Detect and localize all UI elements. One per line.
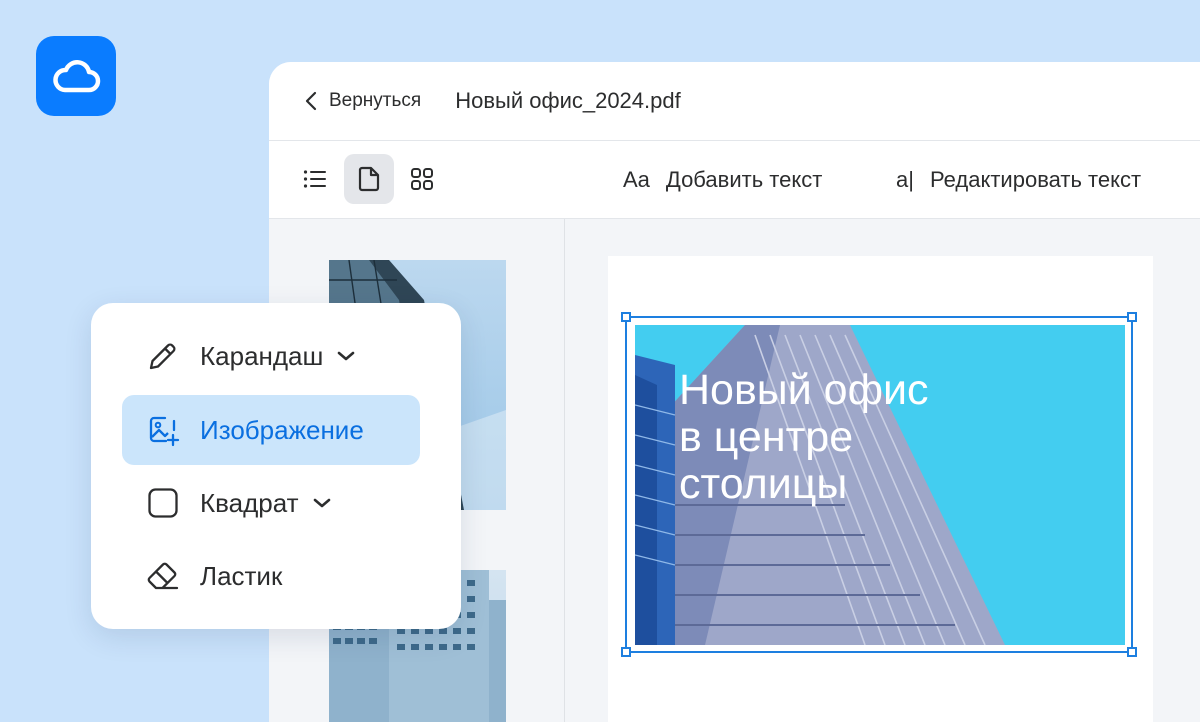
list-view-icon [303,170,326,188]
add-text-icon: Aa [623,166,650,192]
back-button[interactable]: Вернуться [305,90,421,112]
toolbar: Aa Добавить текст a| Редактировать текст [269,141,1200,219]
chevron-left-icon [305,91,317,111]
tool-square[interactable]: Квадрат [122,468,420,538]
document-page: Новый офис в центре столицы [608,256,1153,722]
page-view-button[interactable] [344,154,394,204]
edit-text-icon: a| [896,166,914,192]
square-icon [146,486,180,520]
add-text-label: Добавить текст [665,166,823,192]
resize-handle-bottom-right[interactable] [1127,647,1137,657]
tool-eraser[interactable]: Ластик [122,541,420,611]
tool-pencil[interactable]: Карандаш [122,321,420,391]
tool-image[interactable]: Изображение [122,395,420,465]
file-name: Новый офис_2024.pdf [455,88,681,113]
document-headline[interactable]: Новый офис в центре столицы [679,367,929,508]
image-add-icon [146,413,180,447]
edit-text-label: Редактировать текст [929,166,1142,192]
headline-line-1: Новый офис [679,366,929,414]
resize-handle-top-right[interactable] [1127,312,1137,322]
chevron-down-icon[interactable] [313,497,331,509]
cloud-icon [53,60,101,93]
add-text-button[interactable]: Aa Добавить текст [623,141,822,218]
edit-text-button[interactable]: a| Редактировать текст [896,141,1141,218]
tool-eraser-label: Ластик [200,560,283,591]
chevron-down-icon[interactable] [337,350,355,362]
page-view-icon [358,166,380,192]
tool-pencil-label: Карандаш [200,340,324,371]
list-view-button[interactable] [290,154,340,204]
tool-image-label: Изображение [200,414,364,445]
headline-line-3: столицы [679,460,848,508]
app-logo [36,36,116,116]
image-selection-frame[interactable]: Новый офис в центре столицы [621,312,1137,657]
resize-handle-top-left[interactable] [621,312,631,322]
pencil-icon [146,339,180,373]
back-label: Вернуться [329,90,422,111]
document-image[interactable]: Новый офис в центре столицы [635,325,1125,645]
headline-line-2: в центре [679,413,854,461]
resize-handle-bottom-left[interactable] [621,647,631,657]
grid-view-button[interactable] [397,154,447,204]
sidebar-divider [564,219,565,722]
drawing-tools-panel: Карандаш Изображение Квадрат Ластик [91,303,461,629]
grid-view-icon [411,168,433,190]
tool-square-label: Квадрат [200,487,299,518]
title-bar: Вернуться Новый офис_2024.pdf [269,62,1200,141]
eraser-icon [146,559,180,593]
